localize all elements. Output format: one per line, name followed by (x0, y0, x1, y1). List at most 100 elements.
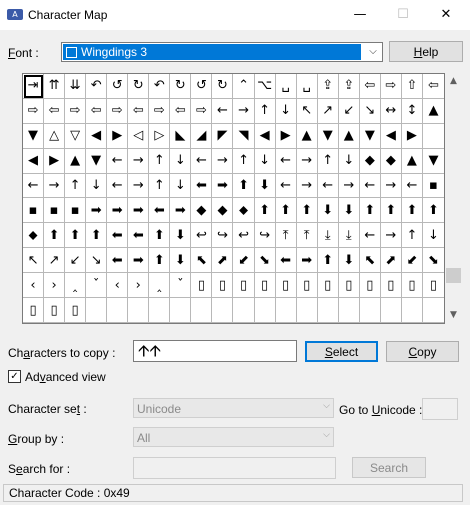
character-cell[interactable]: ↗ (317, 98, 339, 124)
character-cell[interactable]: ◢ (191, 123, 213, 149)
character-cell[interactable]: ▯ (233, 273, 255, 299)
character-cell[interactable]: ↑ (65, 173, 87, 199)
character-cell[interactable]: ▯ (380, 273, 402, 299)
character-grid[interactable]: ⇥ ⇈ ⇊ ↶ ↺ ↻ ↶ ↻ ↺ ↻ ⌃ ⌥ ␣ ␣ ⇪ ⇪ ⇦ ⇨ ⇧ ⇦ ⇨ ⇦ ⇨ ⇦ ⇨ ⇦ ⇨ ⇦ ⇨ ← → ↑ ↓ ↖ ↗ ↙ ↘ ↔ ↕ ▲… (22, 73, 445, 324)
character-cell[interactable]: ▶ (401, 123, 423, 149)
character-cell[interactable]: ▯ (254, 273, 276, 299)
character-cell[interactable]: ⤓ (338, 223, 360, 249)
character-cell[interactable]: ↓ (422, 223, 444, 249)
grid-scrollbar[interactable]: ▲ ▼ (445, 73, 462, 324)
character-cell[interactable] (191, 298, 213, 323)
character-cell[interactable]: ◆ (359, 148, 381, 174)
character-cell[interactable]: ⇨ (23, 98, 45, 124)
character-cell[interactable]: ⬆ (380, 198, 402, 224)
close-button[interactable]: ✕ (424, 0, 468, 30)
character-cell[interactable]: ◥ (233, 123, 255, 149)
character-cell[interactable]: ⬅ (107, 223, 129, 249)
character-cell[interactable]: ↙ (338, 98, 360, 124)
character-cell[interactable]: ▼ (359, 123, 381, 149)
character-cell[interactable]: ⇨ (149, 98, 171, 124)
character-cell[interactable]: ▯ (359, 273, 381, 299)
character-cell[interactable]: ↖ (296, 98, 318, 124)
character-cell[interactable] (359, 298, 381, 323)
chevron-down-icon[interactable]: ⌵ (366, 44, 380, 60)
characters-to-copy-field[interactable]: 🡩🡩 (133, 340, 297, 362)
character-cell[interactable]: ⬅ (107, 248, 129, 274)
character-cell[interactable]: ▯ (44, 298, 66, 323)
character-cell[interactable]: ↩ (233, 223, 255, 249)
character-cell[interactable]: ▶ (44, 148, 66, 174)
character-cell[interactable]: ⇦ (359, 74, 381, 99)
character-cell[interactable]: ⌃ (233, 74, 255, 99)
character-cell[interactable]: ↩ (191, 223, 213, 249)
character-cell[interactable]: ⬋ (401, 248, 423, 274)
select-button[interactable]: Select (305, 341, 378, 362)
scroll-up-icon[interactable]: ▲ (445, 73, 462, 90)
character-cell[interactable] (317, 298, 339, 323)
character-cell[interactable]: ▷ (149, 123, 171, 149)
character-cell[interactable]: ▪ (44, 198, 66, 224)
character-cell[interactable]: ↙ (65, 248, 87, 274)
scrollbar-thumb[interactable] (446, 268, 461, 283)
character-cell[interactable] (233, 298, 255, 323)
character-cell[interactable]: ⬉ (191, 248, 213, 274)
character-cell[interactable]: ↑ (233, 148, 255, 174)
character-cell[interactable]: ⤒ (296, 223, 318, 249)
character-cell[interactable]: ⇦ (170, 98, 192, 124)
character-cell[interactable]: ▯ (317, 273, 339, 299)
character-cell[interactable]: → (233, 98, 255, 124)
character-cell[interactable]: ▯ (338, 273, 360, 299)
character-cell[interactable]: ⇨ (65, 98, 87, 124)
character-cell[interactable]: ▪ (422, 174, 444, 199)
character-cell[interactable]: ⇥ (23, 74, 45, 99)
minimize-button[interactable]: — (338, 0, 382, 30)
character-cell[interactable]: ⬋ (233, 248, 255, 274)
character-cell[interactable] (422, 124, 444, 149)
character-cell[interactable]: ▯ (23, 298, 45, 323)
character-cell[interactable]: ⇧ (401, 74, 423, 99)
character-cell[interactable]: ‸ (149, 273, 171, 299)
character-cell[interactable]: ↑ (401, 223, 423, 249)
character-cell[interactable]: ⇨ (191, 98, 213, 124)
character-cell[interactable]: ⬅ (275, 248, 297, 274)
copy-button[interactable]: Copy (386, 341, 459, 362)
character-cell[interactable]: ▼ (422, 149, 444, 174)
character-cell[interactable]: ⬆ (317, 248, 339, 274)
character-cell[interactable]: ↖ (23, 248, 45, 274)
character-cell[interactable]: ▲ (422, 99, 444, 124)
character-cell[interactable]: ⬉ (359, 248, 381, 274)
character-cell[interactable]: ▯ (401, 273, 423, 299)
character-cell[interactable]: → (296, 173, 318, 199)
character-cell[interactable]: ◀ (86, 123, 108, 149)
character-cell[interactable]: ▶ (275, 123, 297, 149)
character-cell[interactable]: ↻ (212, 74, 234, 99)
character-cell[interactable]: › (128, 273, 150, 299)
character-cell[interactable]: ↶ (149, 74, 171, 99)
character-cell[interactable]: ⬊ (422, 248, 444, 274)
character-cell[interactable]: ⌥ (254, 74, 276, 99)
character-cell[interactable]: ⬅ (191, 173, 213, 199)
character-cell[interactable]: ▯ (65, 298, 87, 323)
character-cell[interactable]: ➡ (170, 198, 192, 224)
character-cell[interactable]: ⬇ (338, 248, 360, 274)
character-cell[interactable]: ⇨ (107, 98, 129, 124)
advanced-view-checkbox[interactable]: ✓ (8, 370, 21, 383)
character-cell[interactable]: ➡ (128, 198, 150, 224)
character-cell[interactable]: ⬆ (422, 198, 444, 224)
character-cell[interactable]: ← (275, 173, 297, 199)
character-cell[interactable]: ‹ (107, 273, 129, 299)
character-cell[interactable]: → (44, 173, 66, 199)
character-cell[interactable]: ← (23, 173, 45, 199)
character-cell[interactable]: ↺ (107, 74, 129, 99)
scroll-down-icon[interactable]: ▼ (445, 307, 462, 324)
character-cell[interactable] (275, 298, 297, 323)
character-cell[interactable]: ⬆ (401, 198, 423, 224)
character-cell[interactable]: ▶ (107, 123, 129, 149)
character-cell[interactable]: ⤒ (275, 223, 297, 249)
character-cell[interactable]: ˇ (170, 273, 192, 299)
character-cell[interactable]: ➡ (86, 198, 108, 224)
character-cell[interactable]: ▯ (296, 273, 318, 299)
character-cell[interactable]: ⬇ (170, 223, 192, 249)
character-cell[interactable]: ⬇ (170, 248, 192, 274)
character-cell[interactable]: ␣ (275, 74, 297, 99)
